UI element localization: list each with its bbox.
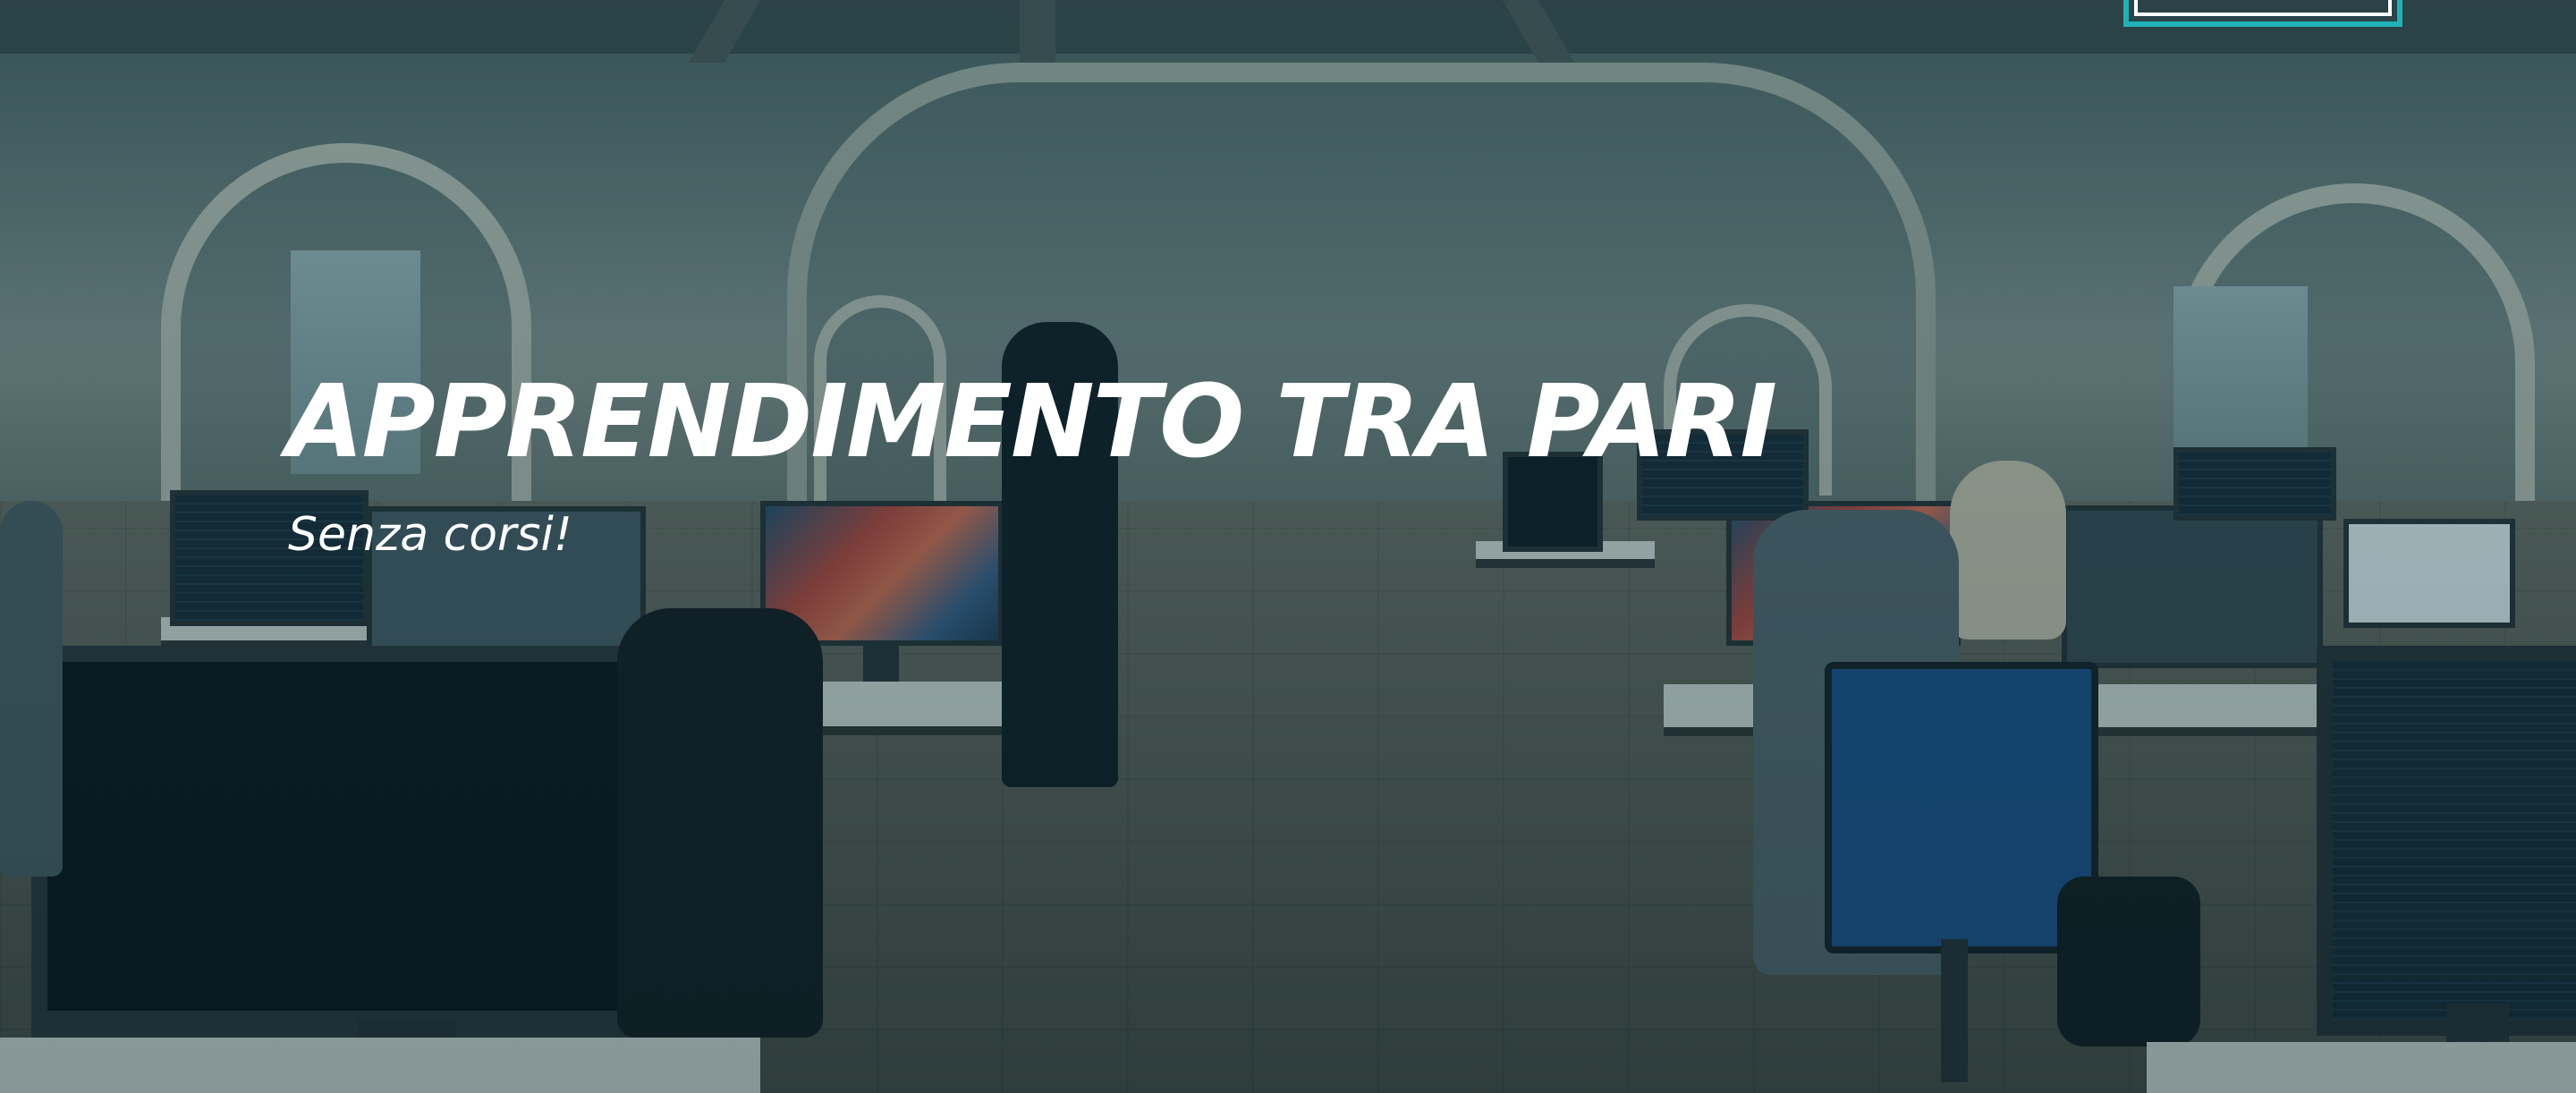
top-nav-button[interactable] [2123,0,2402,27]
hero-subheadline: Senza corsi! [288,508,572,562]
top-nav-button-inner [2134,0,2392,16]
hero-section: APPRENDIMENTO TRA PARI Senza corsi! [0,0,2576,1093]
hero-headline: APPRENDIMENTO TRA PARI [286,364,1777,480]
